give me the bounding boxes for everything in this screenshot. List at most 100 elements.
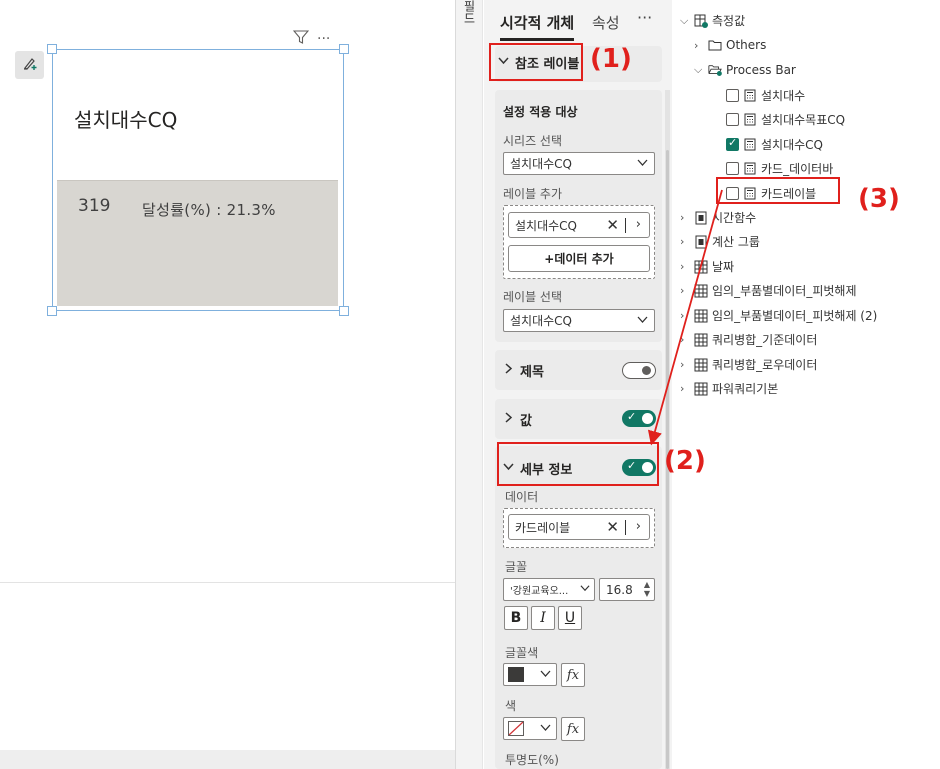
font-size-value: 16.8 [606,582,633,597]
calculator-icon [743,138,757,152]
font-label: 글꼴 [505,560,528,574]
close-icon[interactable]: ✕ [606,216,619,234]
label-chip[interactable]: 설치대수CQ ✕ › [508,212,650,238]
tree-label: 시간함수 [712,211,757,225]
chevron-right-icon [503,412,514,427]
canvas-status-strip [0,750,455,769]
tree-label: 날짜 [712,260,735,274]
table-icon [694,358,708,372]
font-color-picker[interactable] [503,663,557,686]
section-title: 값 [520,414,532,429]
chevron-right-icon [503,363,514,378]
background-color-picker[interactable] [503,717,557,740]
section-title: 제목 [520,365,544,380]
value-toggle[interactable]: ✓ [622,410,656,427]
field-checkbox-checked[interactable] [726,136,739,151]
tree-label: 계산 그룹 [712,235,760,249]
field-checkbox[interactable] [726,89,739,102]
label-select[interactable]: 설치대수CQ [503,309,655,332]
value-section-header[interactable]: 값 [503,410,532,429]
tree-table[interactable]: › 임의_부품별데이터_피벗해제 (2) [680,307,877,324]
color-fx-button[interactable]: fx [561,717,585,741]
bold-button[interactable]: B [504,606,528,630]
table-icon [694,284,708,298]
tree-table[interactable]: › 쿼리병합_로우데이터 [680,356,817,373]
chip-label: 설치대수CQ [515,218,577,233]
font-color-label: 글꼴색 [505,646,539,660]
chevron-right-icon: › [680,235,685,248]
resize-handle[interactable] [339,306,349,316]
chip-separator [625,520,626,535]
tab-general[interactable]: 속성 [592,12,620,33]
tree-table[interactable]: › 계산 그룹 [680,233,760,250]
font-color-fx-button[interactable]: fx [561,663,585,687]
tree-table[interactable]: › 임의_부품별데이터_피벗해제 [680,282,856,299]
card-achievement-rate: 달성률(%) : 21.3% [142,201,276,219]
data-chip[interactable]: 카드레이블 ✕ › [508,514,650,540]
tree-table[interactable]: › 시간함수 [680,209,756,226]
format-painter-icon [22,55,38,75]
filter-icon[interactable] [292,29,310,49]
table-icon [694,333,708,347]
italic-button[interactable]: I [531,606,555,630]
chevron-down-icon: ⌵ [680,13,689,27]
field-checkbox[interactable] [726,113,739,126]
chevron-right-icon[interactable]: › [636,519,641,534]
collapsed-pane-label[interactable]: 필드 [461,0,478,24]
font-size-stepper[interactable]: 16.8 ▲ ▼ [599,578,655,601]
calculator-icon [743,113,757,127]
calculator-icon [743,162,757,176]
canvas-lower-area [0,582,455,769]
apply-settings-title: 설정 적용 대상 [503,105,578,119]
annotation-label-1: (1) [590,44,632,74]
stepper-arrows-icon[interactable]: ▲ ▼ [644,580,650,598]
tree-table[interactable]: › 날짜 [680,258,734,275]
series-select[interactable]: 설치대수CQ [503,152,655,175]
add-data-button[interactable]: +데이터 추가 [508,245,650,272]
font-family-select[interactable]: '강원교육오... [503,578,595,601]
field-item[interactable]: 카드_데이터바 [726,160,833,177]
series-label: 시리즈 선택 [503,134,563,148]
calculator-icon [743,89,757,103]
more-options-icon[interactable]: ··· [317,31,330,47]
field-item[interactable]: 설치대수 [726,87,805,104]
annotation-label-3: (3) [858,184,900,214]
tree-label: 쿼리병합_로우데이터 [712,358,818,372]
more-options-icon[interactable]: ··· [637,8,652,27]
chevron-right-icon: › [680,260,685,273]
chevron-down-icon [540,722,551,736]
series-select-value: 설치대수CQ [510,157,572,171]
title-toggle[interactable] [622,362,656,379]
tree-table[interactable]: › 쿼리병합_기준데이터 [680,331,817,348]
field-checkbox[interactable] [726,162,739,175]
field-item[interactable]: 설치대수CQ [726,136,823,153]
tree-root-measures[interactable]: ⌵ 측정값 [680,12,745,29]
title-section-header[interactable]: 제목 [503,361,544,380]
tree-table[interactable]: › 파워쿼리기본 [680,380,778,397]
resize-handle[interactable] [47,306,57,316]
tree-label: 카드_데이터바 [761,162,834,176]
field-item[interactable]: 설치대수목표CQ [726,111,845,128]
tree-label: 설치대수CQ [761,138,823,152]
close-icon[interactable]: ✕ [606,518,619,536]
pane-divider [455,0,483,769]
annotation-box-2 [497,442,659,486]
chevron-down-icon [580,583,590,596]
tree-folder-process-bar[interactable]: ⌵ Process Bar [694,63,796,77]
data-label: 데이터 [505,490,539,504]
format-painter-button[interactable] [15,51,44,79]
resize-handle[interactable] [47,44,57,54]
tree-label: 쿼리병합_기준데이터 [712,333,818,347]
resize-handle[interactable] [339,44,349,54]
chevron-down-icon [637,157,648,171]
chevron-right-icon[interactable]: › [636,217,641,232]
tab-visual[interactable]: 시각적 개체 [500,12,574,33]
card-value: 319 [78,196,111,216]
tree-label: 파워쿼리기본 [712,382,779,396]
tree-folder-others[interactable]: › Others [694,38,766,52]
chip-label: 카드레이블 [515,520,571,535]
card-title: 설치대수CQ [74,108,178,132]
tree-label: 임의_부품별데이터_피벗해제 (2) [712,309,878,323]
underline-button[interactable]: U [558,606,582,630]
active-tab-indicator [500,38,574,41]
